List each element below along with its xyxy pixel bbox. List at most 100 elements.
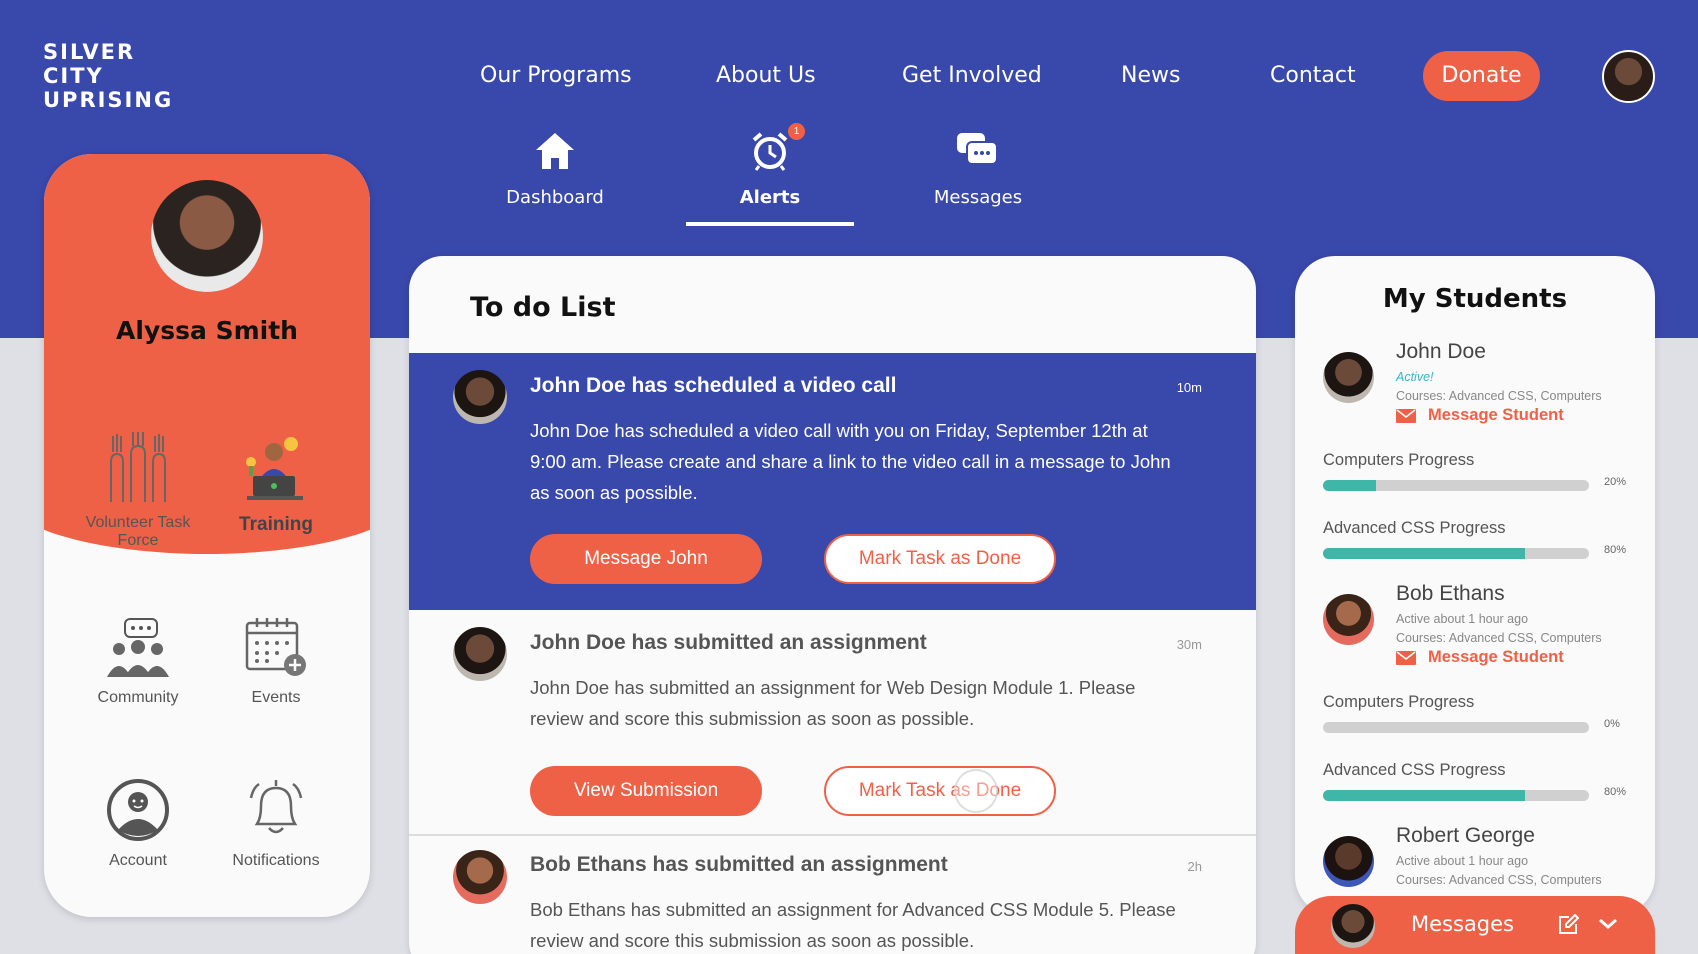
task-time: 10m	[1176, 380, 1202, 395]
student-avatar	[1323, 352, 1374, 403]
tab-label: Alerts	[739, 187, 801, 208]
tile-community[interactable]: Community	[68, 599, 208, 707]
profile-avatar	[151, 180, 263, 292]
students-title: My Students	[1382, 284, 1568, 314]
progress-label: Advanced CSS Progress	[1323, 519, 1506, 537]
student-courses: Courses: Advanced CSS, Computers	[1396, 631, 1602, 645]
messages-avatar	[1331, 904, 1375, 948]
tile-notifications[interactable]: Notifications	[206, 762, 346, 870]
tile-label: Events	[251, 689, 301, 706]
student-courses: Courses: Advanced CSS, Computers	[1396, 873, 1602, 887]
task-avatar	[453, 850, 507, 904]
progress-percent: 80%	[1604, 786, 1627, 798]
progress-advanced-css: Advanced CSS Progress 80%	[1323, 519, 1643, 559]
tile-label: Volunteer Task Force	[85, 514, 191, 549]
student-courses: Courses: Advanced CSS, Computers	[1396, 389, 1602, 403]
tile-label: Training	[239, 514, 313, 535]
progress-percent: 0%	[1604, 718, 1620, 730]
tab-alerts[interactable]: 1 Alerts	[685, 123, 855, 208]
progress-computers: Computers Progress 0%	[1323, 693, 1643, 733]
tile-label: Notifications	[232, 852, 320, 869]
chevron-down-icon[interactable]	[1597, 912, 1619, 934]
donate-button[interactable]: Donate	[1423, 51, 1540, 101]
message-student-button[interactable]: Message Student	[1396, 406, 1564, 425]
task-avatar	[453, 627, 507, 681]
task-title: John Doe has scheduled a video call	[530, 374, 897, 397]
bell-icon	[206, 762, 346, 842]
progress-label: Computers Progress	[1323, 693, 1475, 711]
tab-dashboard[interactable]: Dashboard	[470, 125, 640, 208]
progress-track	[1323, 722, 1589, 733]
task-description: John Doe has scheduled a video call with…	[530, 420, 1171, 503]
message-john-button[interactable]: Message John	[530, 534, 762, 584]
student-status: Active!	[1396, 370, 1434, 384]
progress-fill	[1323, 480, 1377, 491]
progress-fill	[1323, 790, 1526, 801]
tile-training[interactable]: Training	[206, 424, 346, 536]
mark-task-done-button[interactable]: Mark Task as Done	[824, 766, 1056, 816]
student-status: Active about 1 hour ago	[1396, 612, 1529, 626]
logo-line: SILVER	[43, 40, 136, 64]
task-item[interactable]: John Doe has scheduled a video call 10m …	[409, 353, 1256, 610]
logo-line: CITY	[43, 64, 104, 88]
nav-our-programs[interactable]: Our Programs	[480, 55, 632, 97]
nav-news[interactable]: News	[1121, 55, 1180, 97]
task-item[interactable]: John Doe has submitted an assignment 30m…	[409, 610, 1256, 834]
alerts-badge: 1	[788, 123, 805, 140]
nav-get-involved[interactable]: Get Involved	[902, 55, 1042, 97]
student-name: Robert George	[1396, 824, 1535, 847]
mark-task-done-button[interactable]: Mark Task as Done	[824, 534, 1056, 584]
nav-about-us[interactable]: About Us	[716, 55, 816, 97]
progress-computers: Computers Progress 20%	[1323, 451, 1643, 491]
task-description: Bob Ethans has submitted an assignment f…	[530, 899, 1176, 951]
student-name: Bob Ethans	[1396, 582, 1505, 605]
envelope-icon	[1396, 650, 1416, 665]
messages-bar[interactable]: Messages	[1295, 896, 1655, 954]
message-student-label: Message Student	[1428, 406, 1564, 424]
student-avatar	[1323, 594, 1374, 645]
student-status: Active about 1 hour ago	[1396, 854, 1529, 868]
calendar-plus-icon	[206, 599, 346, 679]
training-laptop-icon	[206, 424, 346, 504]
task-time: 30m	[1176, 637, 1202, 652]
click-ripple	[954, 769, 998, 813]
tile-events[interactable]: Events	[206, 599, 346, 707]
tile-label: Account	[109, 852, 167, 869]
task-description: John Doe has submitted an assignment for…	[530, 677, 1136, 729]
task-time: 2h	[1187, 859, 1202, 874]
compose-icon[interactable]	[1557, 914, 1579, 936]
tab-messages[interactable]: Messages	[893, 125, 1063, 208]
nav-contact[interactable]: Contact	[1270, 55, 1356, 97]
tab-label: Messages	[933, 187, 1023, 208]
raised-hands-icon	[68, 424, 208, 504]
student-name: John Doe	[1396, 340, 1486, 363]
task-item[interactable]: Bob Ethans has submitted an assignment 2…	[409, 836, 1256, 954]
logo[interactable]: SILVER CITY UPRISING	[43, 40, 173, 112]
active-tab-indicator	[686, 222, 854, 226]
messages-bar-label: Messages	[1411, 912, 1514, 936]
progress-track	[1323, 548, 1589, 559]
progress-fill	[1323, 548, 1526, 559]
tile-account[interactable]: Account	[68, 762, 208, 870]
tab-label: Dashboard	[506, 187, 604, 208]
task-title: John Doe has submitted an assignment	[530, 631, 927, 654]
progress-track	[1323, 790, 1589, 801]
message-student-label: Message Student	[1428, 648, 1564, 666]
profile-name: Alyssa Smith	[116, 316, 298, 345]
view-submission-button[interactable]: View Submission	[530, 766, 762, 816]
profile-card: Alyssa Smith Volunteer Task Force Traini…	[44, 154, 370, 917]
progress-label: Computers Progress	[1323, 451, 1475, 469]
user-avatar[interactable]	[1602, 50, 1655, 103]
tile-volunteer-task-force[interactable]: Volunteer Task Force	[68, 424, 208, 550]
account-icon	[68, 762, 208, 842]
home-icon	[470, 125, 640, 177]
progress-track	[1323, 480, 1589, 491]
community-chat-icon	[68, 599, 208, 679]
my-students-card: My Students John Doe Active! Courses: Ad…	[1295, 256, 1655, 916]
todo-list-card: To do List John Doe has scheduled a vide…	[409, 256, 1256, 954]
envelope-icon	[1396, 408, 1416, 423]
chat-bubbles-icon	[893, 125, 1063, 177]
student-avatar	[1323, 836, 1374, 887]
progress-percent: 20%	[1604, 476, 1627, 488]
message-student-button[interactable]: Message Student	[1396, 648, 1564, 667]
